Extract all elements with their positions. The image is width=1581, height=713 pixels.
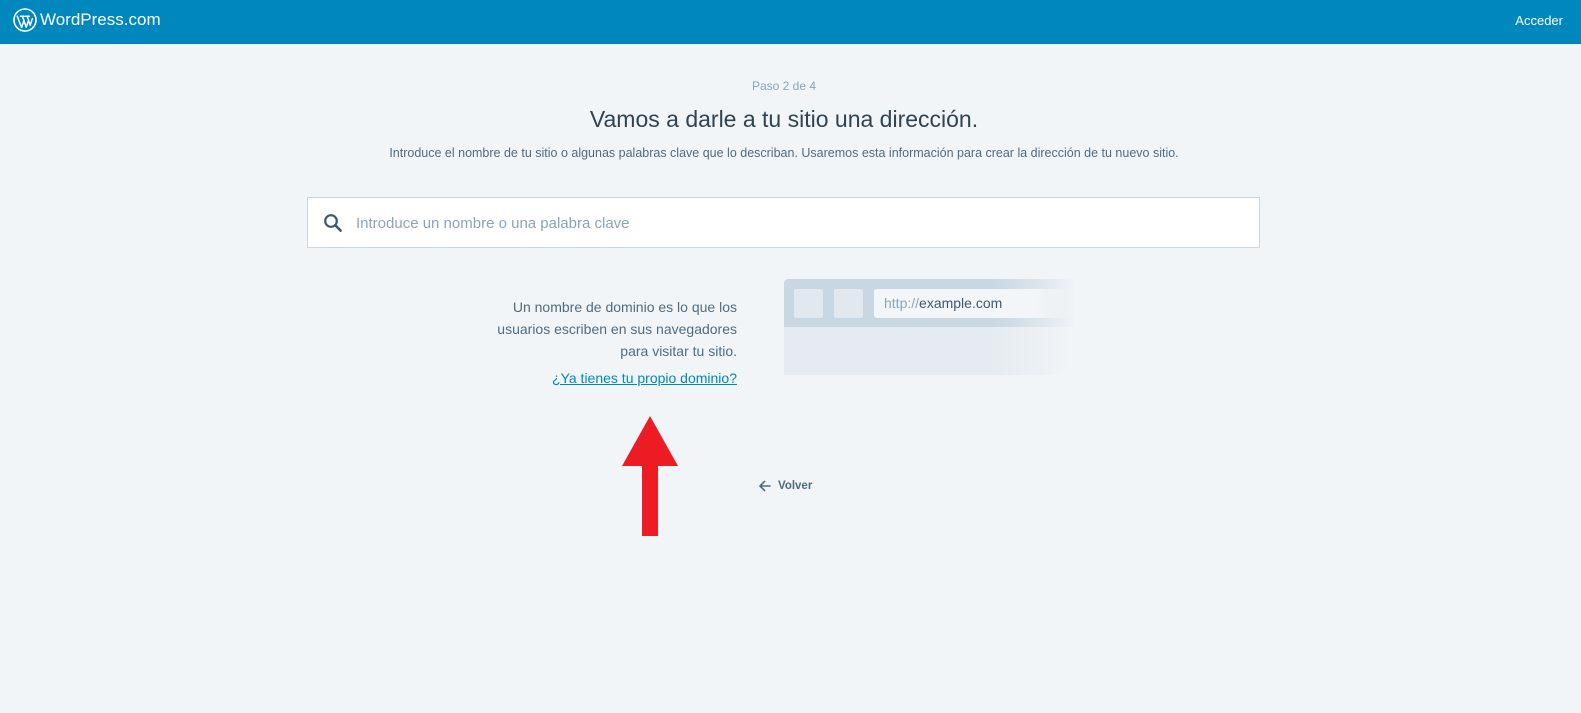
browser-illustration: http://example.com	[784, 279, 1077, 375]
domain-explanation-line-3: para visitar tu sitio.	[620, 343, 737, 359]
search-box[interactable]	[307, 197, 1260, 248]
brand-home-link[interactable]: WordPress.com	[13, 7, 161, 33]
search-input[interactable]	[356, 207, 1236, 239]
red-up-arrow-annotation	[622, 416, 678, 536]
masthead: WordPress.com Acceder	[0, 0, 1581, 44]
page-title: Vamos a darle a tu sitio una dirección.	[589, 106, 979, 132]
step-indicator: Paso 2 de 4	[751, 79, 817, 93]
back-button[interactable]: Volver	[758, 479, 812, 493]
wordpress-logo-icon	[13, 8, 37, 32]
browser-back-placeholder	[794, 289, 823, 318]
arrow-left-icon	[759, 480, 771, 492]
url-protocol: http://	[884, 295, 920, 311]
browser-url-bar: http://example.com	[874, 289, 1077, 318]
domain-explanation: Un nombre de dominio es lo que los usuar…	[468, 296, 737, 362]
url-host: example.com	[919, 295, 1003, 311]
own-domain-link[interactable]: ¿Ya tienes tu propio dominio?	[468, 370, 737, 386]
browser-forward-placeholder	[834, 289, 863, 318]
domain-explanation-line-1: Un nombre de dominio es lo que los	[512, 299, 737, 315]
login-link[interactable]: Acceder	[1515, 13, 1563, 28]
back-label: Volver	[778, 480, 813, 492]
domain-explanation-line-2: usuarios escriben en sus navegadores	[497, 321, 737, 337]
brand-name: WordPress.com	[40, 10, 161, 29]
search-icon	[324, 214, 342, 232]
page-subtitle: Introduce el nombre de tu sitio o alguna…	[389, 146, 1179, 160]
